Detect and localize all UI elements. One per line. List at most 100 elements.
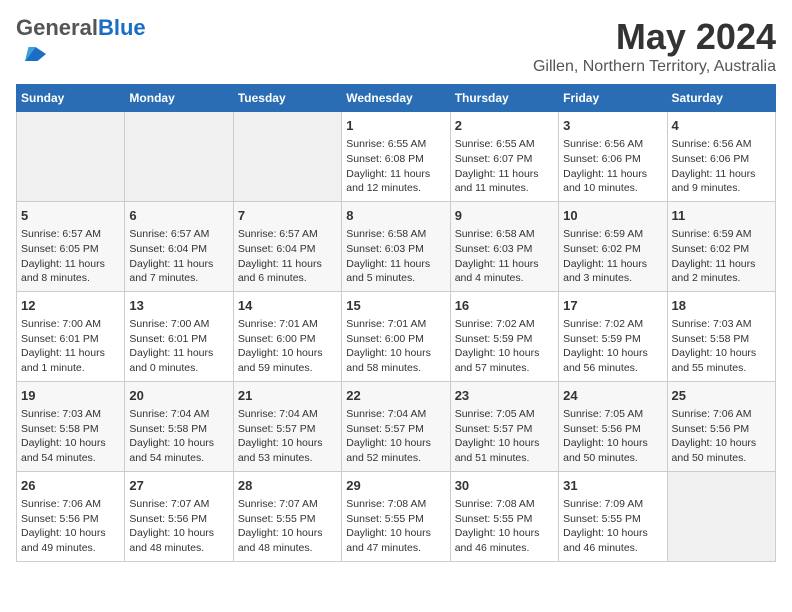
day-number: 11 [672, 207, 771, 225]
day-number: 24 [563, 387, 662, 405]
calendar-cell: 24 Sunrise: 7:05 AM Sunset: 5:56 PM Dayli… [559, 381, 667, 471]
day-info: Sunrise: 7:05 AM Sunset: 5:57 PM Dayligh… [455, 407, 554, 466]
day-number: 1 [346, 117, 445, 135]
calendar-cell: 31Sunrise: 7:09 AM Sunset: 5:55 PM Dayli… [559, 471, 667, 561]
day-number: 26 [21, 477, 120, 495]
calendar-cell: 11 Sunrise: 6:59 AM Sunset: 6:02 PM Dayli… [667, 201, 775, 291]
calendar-cell: 4 Sunrise: 6:56 AM Sunset: 6:06 PM Daylig… [667, 112, 775, 202]
calendar-cell: 28 Sunrise: 7:07 AM Sunset: 5:55 PM Dayli… [233, 471, 341, 561]
header-row: SundayMondayTuesdayWednesdayThursdayFrid… [17, 85, 776, 112]
day-info: Sunrise: 6:57 AM Sunset: 6:05 PM Dayligh… [21, 227, 120, 286]
day-number: 3 [563, 117, 662, 135]
calendar-cell: 3Sunrise: 6:56 AM Sunset: 6:06 PM Daylig… [559, 112, 667, 202]
weekday-header: Friday [559, 85, 667, 112]
day-info: Sunrise: 7:07 AM Sunset: 5:56 PM Dayligh… [129, 497, 228, 556]
day-info: Sunrise: 6:58 AM Sunset: 6:03 PM Dayligh… [346, 227, 445, 286]
day-number: 25 [672, 387, 771, 405]
calendar-cell: 6 Sunrise: 6:57 AM Sunset: 6:04 PM Daylig… [125, 201, 233, 291]
logo-blue-text: Blue [98, 15, 146, 40]
day-info: Sunrise: 7:06 AM Sunset: 5:56 PM Dayligh… [672, 407, 771, 466]
calendar-cell: 25 Sunrise: 7:06 AM Sunset: 5:56 PM Dayli… [667, 381, 775, 471]
day-info: Sunrise: 7:04 AM Sunset: 5:57 PM Dayligh… [238, 407, 337, 466]
calendar-cell: 8 Sunrise: 6:58 AM Sunset: 6:03 PM Daylig… [342, 201, 450, 291]
calendar-cell [233, 112, 341, 202]
weekday-header: Saturday [667, 85, 775, 112]
day-number: 30 [455, 477, 554, 495]
day-number: 14 [238, 297, 337, 315]
calendar-cell: 2Sunrise: 6:55 AM Sunset: 6:07 PM Daylig… [450, 112, 558, 202]
day-info: Sunrise: 6:59 AM Sunset: 6:02 PM Dayligh… [563, 227, 662, 286]
weekday-header: Thursday [450, 85, 558, 112]
day-info: Sunrise: 7:00 AM Sunset: 6:01 PM Dayligh… [129, 317, 228, 376]
day-number: 2 [455, 117, 554, 135]
calendar-cell [17, 112, 125, 202]
day-info: Sunrise: 7:04 AM Sunset: 5:57 PM Dayligh… [346, 407, 445, 466]
day-number: 29 [346, 477, 445, 495]
weekday-header: Tuesday [233, 85, 341, 112]
day-info: Sunrise: 6:57 AM Sunset: 6:04 PM Dayligh… [129, 227, 228, 286]
day-number: 23 [455, 387, 554, 405]
calendar-cell: 26 Sunrise: 7:06 AM Sunset: 5:56 PM Dayli… [17, 471, 125, 561]
calendar-week-row: 19 Sunrise: 7:03 AM Sunset: 5:58 PM Dayli… [17, 381, 776, 471]
day-info: Sunrise: 6:55 AM Sunset: 6:08 PM Dayligh… [346, 137, 445, 196]
calendar-week-row: 12Sunrise: 7:00 AM Sunset: 6:01 PM Dayli… [17, 291, 776, 381]
day-number: 17 [563, 297, 662, 315]
calendar-cell: 22 Sunrise: 7:04 AM Sunset: 5:57 PM Dayli… [342, 381, 450, 471]
day-number: 8 [346, 207, 445, 225]
day-number: 13 [129, 297, 228, 315]
day-number: 15 [346, 297, 445, 315]
logo: GeneralBlue [16, 16, 146, 73]
day-number: 10 [563, 207, 662, 225]
day-info: Sunrise: 7:01 AM Sunset: 6:00 PM Dayligh… [238, 317, 337, 376]
day-info: Sunrise: 6:56 AM Sunset: 6:06 PM Dayligh… [672, 137, 771, 196]
calendar-cell: 10 Sunrise: 6:59 AM Sunset: 6:02 PM Dayli… [559, 201, 667, 291]
day-info: Sunrise: 7:06 AM Sunset: 5:56 PM Dayligh… [21, 497, 120, 556]
day-number: 9 [455, 207, 554, 225]
calendar-cell: 12Sunrise: 7:00 AM Sunset: 6:01 PM Dayli… [17, 291, 125, 381]
calendar-cell: 13 Sunrise: 7:00 AM Sunset: 6:01 PM Dayli… [125, 291, 233, 381]
calendar-cell: 23 Sunrise: 7:05 AM Sunset: 5:57 PM Dayli… [450, 381, 558, 471]
day-number: 27 [129, 477, 228, 495]
logo-general-text: General [16, 15, 98, 40]
calendar-cell: 14 Sunrise: 7:01 AM Sunset: 6:00 PM Dayli… [233, 291, 341, 381]
day-number: 18 [672, 297, 771, 315]
day-number: 22 [346, 387, 445, 405]
day-info: Sunrise: 7:01 AM Sunset: 6:00 PM Dayligh… [346, 317, 445, 376]
calendar-week-row: 26 Sunrise: 7:06 AM Sunset: 5:56 PM Dayli… [17, 471, 776, 561]
calendar-week-row: 5 Sunrise: 6:57 AM Sunset: 6:05 PM Daylig… [17, 201, 776, 291]
calendar-cell: 21 Sunrise: 7:04 AM Sunset: 5:57 PM Dayli… [233, 381, 341, 471]
day-info: Sunrise: 7:04 AM Sunset: 5:58 PM Dayligh… [129, 407, 228, 466]
day-number: 4 [672, 117, 771, 135]
day-number: 5 [21, 207, 120, 225]
title-block: May 2024 Gillen, Northern Territory, Aus… [533, 16, 776, 76]
weekday-header: Sunday [17, 85, 125, 112]
day-number: 7 [238, 207, 337, 225]
day-info: Sunrise: 7:08 AM Sunset: 5:55 PM Dayligh… [455, 497, 554, 556]
day-number: 16 [455, 297, 554, 315]
calendar-cell: 30 Sunrise: 7:08 AM Sunset: 5:55 PM Dayli… [450, 471, 558, 561]
calendar-cell: 20 Sunrise: 7:04 AM Sunset: 5:58 PM Dayli… [125, 381, 233, 471]
calendar-cell: 5 Sunrise: 6:57 AM Sunset: 6:05 PM Daylig… [17, 201, 125, 291]
calendar-cell: 19 Sunrise: 7:03 AM Sunset: 5:58 PM Dayli… [17, 381, 125, 471]
calendar-table: SundayMondayTuesdayWednesdayThursdayFrid… [16, 84, 776, 562]
subtitle: Gillen, Northern Territory, Australia [533, 58, 776, 76]
day-info: Sunrise: 7:07 AM Sunset: 5:55 PM Dayligh… [238, 497, 337, 556]
day-number: 28 [238, 477, 337, 495]
day-number: 20 [129, 387, 228, 405]
calendar-cell: 7 Sunrise: 6:57 AM Sunset: 6:04 PM Daylig… [233, 201, 341, 291]
day-info: Sunrise: 6:58 AM Sunset: 6:03 PM Dayligh… [455, 227, 554, 286]
day-number: 19 [21, 387, 120, 405]
day-number: 21 [238, 387, 337, 405]
calendar-cell: 17Sunrise: 7:02 AM Sunset: 5:59 PM Dayli… [559, 291, 667, 381]
calendar-cell: 9 Sunrise: 6:58 AM Sunset: 6:03 PM Daylig… [450, 201, 558, 291]
day-info: Sunrise: 7:03 AM Sunset: 5:58 PM Dayligh… [21, 407, 120, 466]
day-info: Sunrise: 6:57 AM Sunset: 6:04 PM Dayligh… [238, 227, 337, 286]
day-number: 6 [129, 207, 228, 225]
day-info: Sunrise: 7:05 AM Sunset: 5:56 PM Dayligh… [563, 407, 662, 466]
calendar-cell: 29 Sunrise: 7:08 AM Sunset: 5:55 PM Dayli… [342, 471, 450, 561]
main-title: May 2024 [533, 16, 776, 58]
calendar-cell: 27 Sunrise: 7:07 AM Sunset: 5:56 PM Dayli… [125, 471, 233, 561]
calendar-cell: 18Sunrise: 7:03 AM Sunset: 5:58 PM Dayli… [667, 291, 775, 381]
day-info: Sunrise: 7:08 AM Sunset: 5:55 PM Dayligh… [346, 497, 445, 556]
day-info: Sunrise: 6:59 AM Sunset: 6:02 PM Dayligh… [672, 227, 771, 286]
